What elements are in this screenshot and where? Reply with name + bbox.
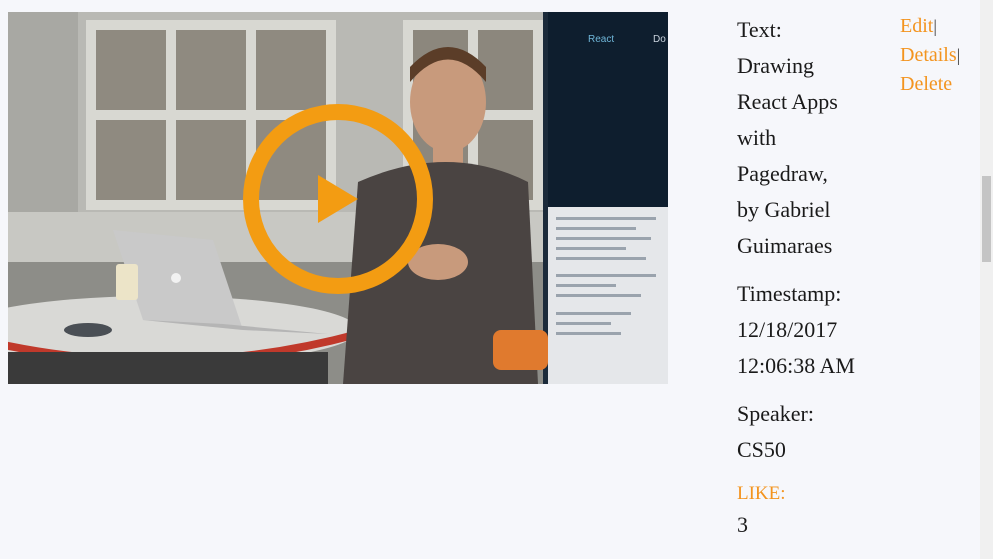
speaker-field: Speaker: CS50 bbox=[737, 396, 887, 468]
delete-link[interactable]: Delete bbox=[900, 73, 952, 95]
text-value: Drawing React Apps with Pagedraw, by Gab… bbox=[737, 53, 838, 258]
separator: | bbox=[933, 16, 937, 36]
screen-app-label: React bbox=[588, 34, 614, 45]
like-field: LIKE: 3 bbox=[737, 480, 887, 542]
timestamp-value: 12/18/2017 12:06:38 AM bbox=[737, 317, 855, 378]
like-count: 3 bbox=[737, 512, 748, 537]
like-label[interactable]: LIKE: bbox=[737, 480, 887, 508]
video-thumbnail[interactable]: React Do bbox=[8, 12, 668, 384]
text-field: Text: Drawing React Apps with Pagedraw, … bbox=[737, 12, 887, 264]
separator: | bbox=[956, 45, 961, 65]
entry-info: Text: Drawing React Apps with Pagedraw, … bbox=[737, 12, 887, 542]
vertical-scrollbar[interactable] bbox=[980, 0, 993, 559]
speaker-label: Speaker: bbox=[737, 401, 814, 426]
timestamp-field: Timestamp: 12/18/2017 12:06:38 AM bbox=[737, 276, 887, 384]
details-link[interactable]: Details bbox=[900, 44, 957, 66]
play-icon[interactable] bbox=[240, 101, 436, 297]
scrollbar-thumb[interactable] bbox=[982, 176, 991, 262]
entry-actions: Edit| Details| Delete bbox=[900, 12, 980, 99]
screen-partial-label: Do bbox=[653, 34, 666, 45]
text-label: Text: bbox=[737, 17, 782, 42]
timestamp-label: Timestamp: bbox=[737, 281, 842, 306]
edit-link[interactable]: Edit bbox=[900, 15, 933, 37]
speaker-value: CS50 bbox=[737, 437, 786, 462]
